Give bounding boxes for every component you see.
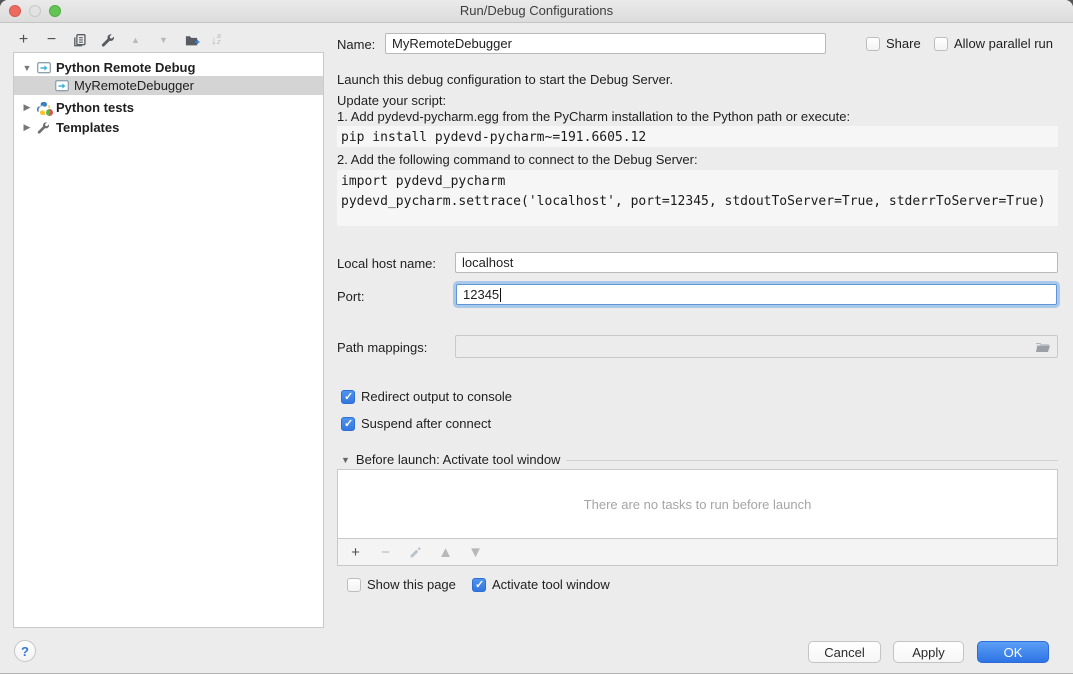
share-checkbox[interactable]	[866, 37, 880, 51]
path-mappings-label: Path mappings:	[337, 340, 427, 355]
allow-parallel-run-checkbox[interactable]	[934, 37, 948, 51]
port-label: Port:	[337, 289, 364, 304]
allow-parallel-checkbox-row: Allow parallel run	[934, 36, 1053, 51]
window-title: Run/Debug Configurations	[0, 0, 1073, 22]
chevron-right-icon[interactable]: ▶	[22, 102, 32, 113]
code-line-1: import pydevd_pycharm	[341, 172, 1054, 192]
task-list-toolbar: + − ▲ ▼	[337, 539, 1058, 566]
move-up-icon[interactable]: ▲	[127, 31, 144, 49]
path-mappings-input[interactable]	[455, 335, 1058, 358]
edit-templates-icon[interactable]	[99, 31, 116, 49]
ok-button[interactable]: OK	[977, 641, 1049, 663]
code-line-2: pydevd_pycharm.settrace('localhost', por…	[341, 192, 1054, 212]
tree-item-label: MyRemoteDebugger	[74, 78, 194, 93]
local-host-label: Local host name:	[337, 256, 436, 271]
suspend-after-connect-row: Suspend after connect	[341, 416, 491, 431]
show-this-page-checkbox[interactable]	[347, 578, 361, 592]
folder-icon[interactable]	[1035, 340, 1051, 354]
tree-item-label: Templates	[56, 120, 119, 135]
close-window-button[interactable]	[9, 5, 21, 17]
suspend-after-connect-checkbox[interactable]	[341, 417, 355, 431]
activate-tool-window-row: Activate tool window	[472, 577, 610, 592]
remove-configuration-icon[interactable]: −	[43, 31, 60, 49]
edit-task-icon[interactable]	[407, 543, 424, 561]
show-this-page-label: Show this page	[367, 577, 456, 592]
port-input[interactable]: 12345	[456, 284, 1057, 305]
move-down-icon[interactable]: ▼	[155, 31, 172, 49]
port-value: 12345	[463, 287, 499, 302]
activate-tool-window-label: Activate tool window	[492, 577, 610, 592]
add-task-icon[interactable]: +	[347, 543, 364, 561]
before-launch-title: Before launch: Activate tool window	[356, 452, 561, 467]
question-mark-icon: ?	[21, 644, 29, 659]
show-this-page-row: Show this page	[347, 577, 456, 592]
allow-parallel-run-label: Allow parallel run	[954, 36, 1053, 51]
local-host-input[interactable]	[455, 252, 1058, 273]
pip-command-code: pip install pydevd-pycharm~=191.6605.12	[337, 126, 1058, 147]
cancel-button[interactable]: Cancel	[808, 641, 881, 663]
run-debug-configurations-dialog: Run/Debug Configurations + − ▲ ▼ ↓ az ▼	[0, 0, 1073, 674]
empty-task-text: There are no tasks to run before launch	[584, 497, 812, 512]
suspend-after-connect-label: Suspend after connect	[361, 416, 491, 431]
activate-tool-window-checkbox[interactable]	[472, 578, 486, 592]
redirect-output-checkbox[interactable]	[341, 390, 355, 404]
remote-debug-config-icon	[36, 61, 52, 75]
step2-text: 2. Add the following command to connect …	[337, 152, 698, 167]
python-tests-icon	[36, 101, 52, 115]
move-task-up-icon[interactable]: ▲	[437, 543, 454, 561]
configurations-tree: ▼ Python Remote Debug MyRemoteDebugger ▶…	[13, 52, 324, 628]
new-folder-icon[interactable]	[183, 31, 200, 49]
before-launch-task-list[interactable]: There are no tasks to run before launch	[337, 469, 1058, 539]
tree-item-label: Python tests	[56, 100, 134, 115]
tree-item-python-tests[interactable]: ▶ Python tests	[14, 98, 323, 117]
apply-button[interactable]: Apply	[893, 641, 964, 663]
title-bar: Run/Debug Configurations	[0, 0, 1073, 23]
settrace-code-block: import pydevd_pycharm pydevd_pycharm.set…	[337, 170, 1058, 226]
redirect-output-row: Redirect output to console	[341, 389, 512, 404]
step1-text: 1. Add pydevd-pycharm.egg from the PyCha…	[337, 109, 850, 124]
copy-configuration-icon[interactable]	[71, 31, 88, 49]
header-separator	[566, 460, 1058, 461]
share-checkbox-row: Share	[866, 36, 921, 51]
remove-task-icon[interactable]: −	[377, 543, 394, 561]
tree-item-templates[interactable]: ▶ Templates	[14, 118, 323, 137]
tree-item-python-remote-debug[interactable]: ▼ Python Remote Debug	[14, 58, 323, 77]
minimize-window-button	[29, 5, 41, 17]
update-script-text: Update your script:	[337, 93, 446, 108]
wrench-icon	[36, 121, 52, 135]
before-launch-header[interactable]: ▼ Before launch: Activate tool window	[341, 452, 1058, 467]
chevron-down-icon[interactable]: ▼	[22, 63, 32, 73]
description-text: Launch this debug configuration to start…	[337, 72, 673, 87]
tests-badge	[45, 108, 54, 117]
add-configuration-icon[interactable]: +	[15, 31, 32, 49]
redirect-output-label: Redirect output to console	[361, 389, 512, 404]
remote-debug-config-icon	[54, 79, 70, 93]
name-input[interactable]	[385, 33, 826, 54]
chevron-right-icon[interactable]: ▶	[22, 122, 32, 133]
zoom-window-button[interactable]	[49, 5, 61, 17]
name-label: Name:	[337, 37, 375, 52]
move-task-down-icon[interactable]: ▼	[467, 543, 484, 561]
collapse-triangle-icon[interactable]: ▼	[341, 455, 350, 465]
configurations-toolbar: + − ▲ ▼ ↓ az	[15, 30, 221, 50]
text-caret	[500, 288, 501, 302]
tree-item-label: Python Remote Debug	[56, 60, 195, 75]
help-button[interactable]: ?	[14, 640, 36, 662]
tree-item-myremotedebugger[interactable]: MyRemoteDebugger	[14, 76, 323, 95]
sort-alphabetically-icon[interactable]: ↓ az	[211, 33, 221, 47]
share-label: Share	[886, 36, 921, 51]
